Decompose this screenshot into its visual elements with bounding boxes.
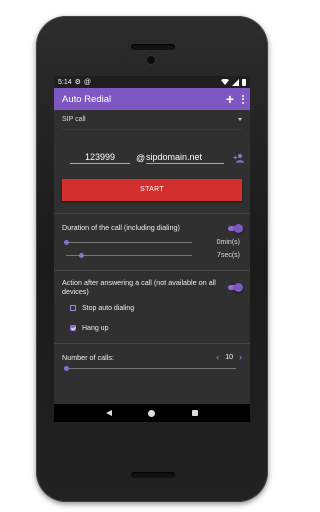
- divider: [54, 213, 250, 214]
- minutes-slider-thumb[interactable]: [64, 240, 69, 245]
- add-contact-icon[interactable]: [233, 153, 245, 163]
- after-answer-row: Action after answering a call (not avail…: [62, 278, 243, 296]
- duration-switch[interactable]: [228, 223, 243, 233]
- navigation-bar: [54, 404, 250, 422]
- divider: [54, 270, 250, 271]
- stop-auto-dialing-checkbox[interactable]: [70, 305, 76, 311]
- seconds-slider[interactable]: [66, 255, 192, 256]
- stop-auto-dialing-option[interactable]: Stop auto dialing: [70, 301, 242, 315]
- at-label: @: [136, 153, 146, 163]
- sip-address-row: @: [62, 142, 245, 166]
- app-bar: Auto Redial +: [54, 88, 250, 110]
- calls-stepper[interactable]: ‹ 10 ›: [216, 353, 242, 362]
- front-camera: [147, 56, 155, 64]
- chevron-left-icon[interactable]: ‹: [216, 353, 219, 362]
- sip-domain-input[interactable]: [146, 150, 224, 164]
- call-type-spinner[interactable]: SIP call: [62, 110, 242, 130]
- status-bar: 5:14 ⚙ @: [54, 76, 250, 88]
- call-type-value: SIP call: [62, 116, 86, 123]
- duration-setting-row: Duration of the call (including dialing): [62, 223, 243, 233]
- back-icon[interactable]: [106, 410, 113, 416]
- status-time: 5:14: [58, 78, 72, 86]
- number-of-calls-label: Number of calls:: [62, 353, 114, 362]
- seconds-value: 7sec(s): [217, 252, 240, 259]
- seconds-slider-row: 7sec(s): [62, 249, 242, 262]
- home-icon[interactable]: [148, 409, 156, 417]
- signal-icon: [232, 78, 239, 86]
- number-of-calls-row: Number of calls: ‹ 10 ›: [62, 353, 242, 363]
- sip-number-input[interactable]: [70, 150, 130, 164]
- recent-apps-icon[interactable]: [191, 410, 198, 416]
- app-title: Auto Redial: [62, 93, 112, 105]
- settings-icon: ⚙: [74, 78, 81, 86]
- hang-up-label: Hang up: [82, 324, 109, 332]
- at-sign-icon: @: [83, 78, 92, 86]
- calls-slider-thumb[interactable]: [64, 366, 69, 371]
- start-button[interactable]: START: [62, 179, 242, 201]
- hang-up-checkbox[interactable]: [70, 325, 76, 331]
- screen: 5:14 ⚙ @ Auto Redial + SIP call @ S: [54, 76, 250, 422]
- minutes-slider[interactable]: [66, 242, 192, 243]
- plus-icon[interactable]: +: [226, 92, 234, 106]
- seconds-slider-thumb[interactable]: [79, 253, 84, 258]
- main-content: SIP call @ START Duration of the call (i…: [54, 110, 250, 375]
- dropdown-arrow-icon: [238, 118, 242, 121]
- calls-slider[interactable]: [66, 368, 236, 369]
- wifi-icon: [221, 79, 229, 85]
- earpiece-speaker: [131, 44, 175, 50]
- bottom-speaker: [131, 472, 175, 478]
- calls-slider-row: [62, 362, 242, 375]
- hang-up-option[interactable]: Hang up: [70, 321, 242, 335]
- minutes-slider-row: 0min(s): [62, 236, 242, 249]
- after-answer-label: Action after answering a call (not avail…: [62, 278, 216, 296]
- calls-value: 10: [225, 354, 233, 361]
- switch-thumb: [234, 283, 243, 292]
- minutes-value: 0min(s): [216, 239, 240, 246]
- switch-thumb: [234, 223, 243, 233]
- divider: [54, 343, 250, 344]
- duration-label: Duration of the call (including dialing): [62, 223, 180, 232]
- chevron-right-icon[interactable]: ›: [239, 353, 242, 362]
- overflow-menu-icon[interactable]: [242, 94, 244, 104]
- stop-auto-dialing-label: Stop auto dialing: [82, 304, 135, 312]
- battery-icon: [242, 78, 246, 86]
- after-answer-switch[interactable]: [228, 283, 243, 292]
